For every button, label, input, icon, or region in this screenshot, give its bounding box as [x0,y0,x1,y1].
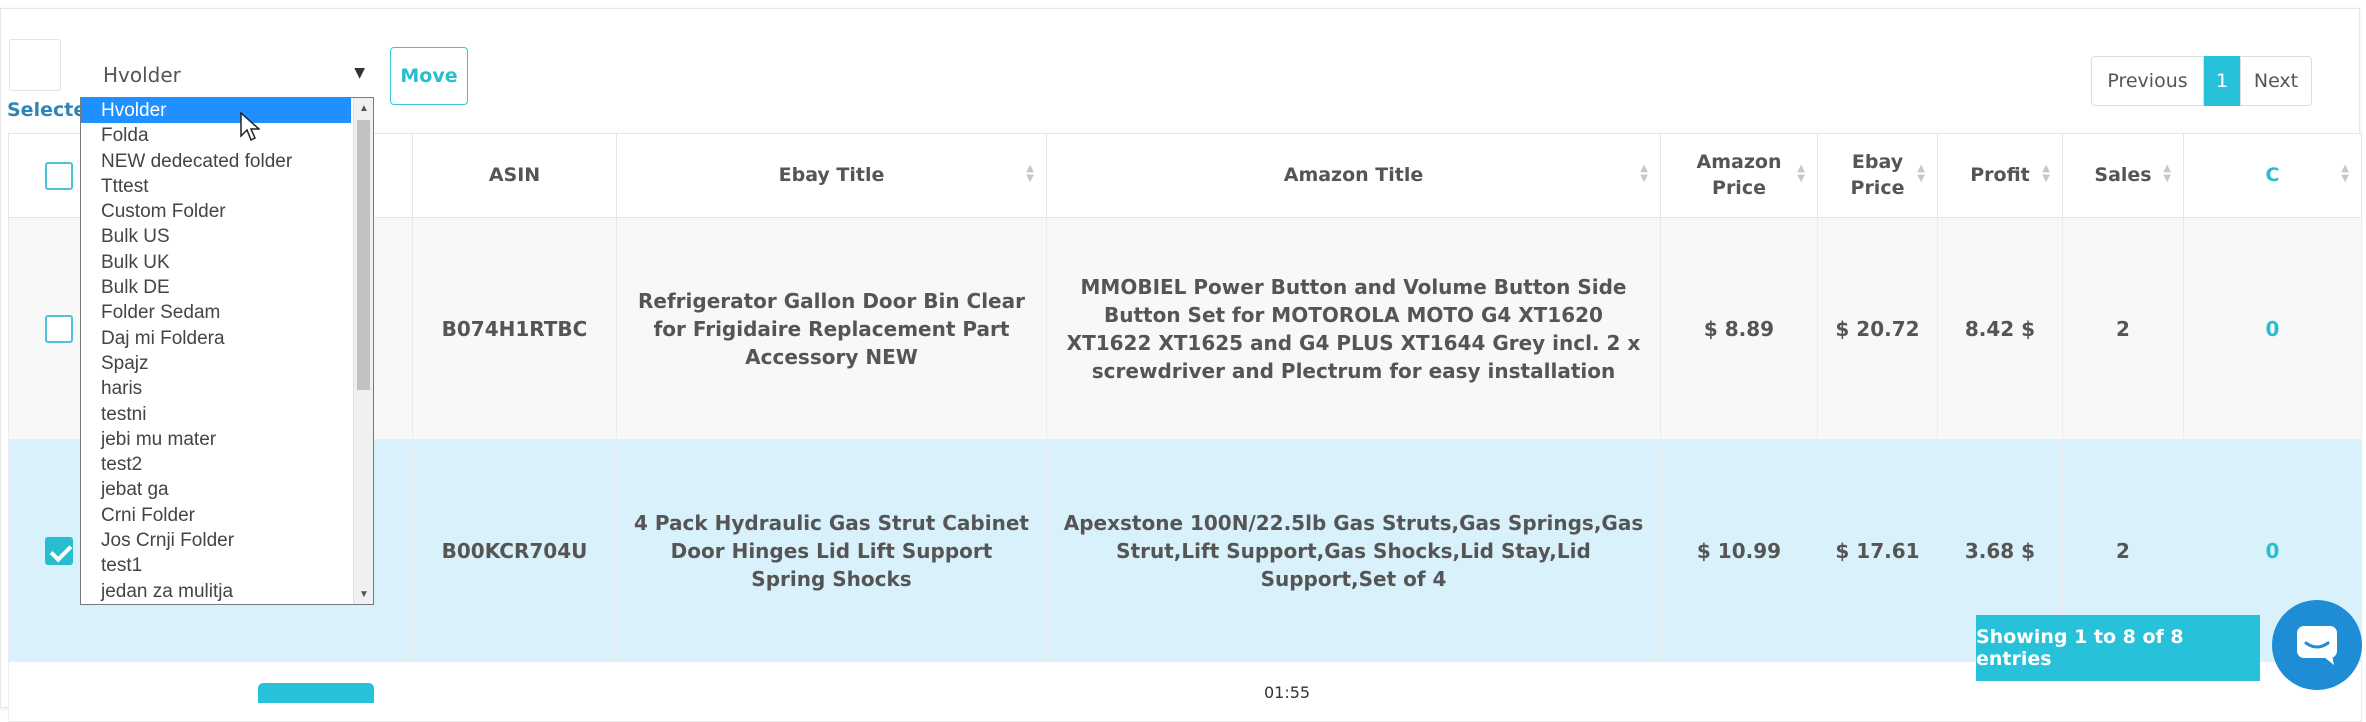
folder-select[interactable]: Hvolder ▼ [81,53,373,101]
sort-arrows-icon: ▲ ▼ [2163,163,2171,184]
dropdown-option[interactable]: Folda [81,123,373,148]
header-amazon-price-label: Amazon Price [1696,150,1782,199]
dropdown-option[interactable]: Bulk US [81,224,373,249]
header-profit[interactable]: Profit ▲ ▼ [1937,133,2063,218]
folder-dropdown-list[interactable]: Hvolder Folda NEW dedecated folder Tttest Cu… [80,97,374,605]
row-checkbox[interactable] [45,315,73,344]
sort-arrows-icon: ▲ ▼ [2042,163,2050,184]
dropdown-option[interactable]: Tttest [81,174,373,199]
timer-text: 01:55 [1264,683,1311,702]
header-asin[interactable]: ASIN [412,133,617,218]
chevron-down-icon: ▼ [354,65,365,81]
dropdown-option[interactable]: Custom Folder [81,199,373,224]
header-amazon-price[interactable]: Amazon Price ▲ ▼ [1660,133,1818,218]
header-asin-label: ASIN [488,163,541,186]
dropdown-option[interactable]: jebi mu mater [81,427,373,452]
page-1-button[interactable]: 1 [2204,56,2240,106]
ebay-price-cell: $ 20.72 [1817,217,1938,440]
header-amazon-title-label: Amazon Title [1283,163,1424,186]
sort-arrows-icon: ▲ ▼ [1917,163,1925,184]
previous-page-button[interactable]: Previous [2091,56,2204,106]
amazon-title-cell: MMOBIEL Power Button and Volume Button S… [1046,217,1661,440]
row-checkbox[interactable] [45,537,73,566]
sales-cell: 2 [2062,217,2184,440]
dropdown-option[interactable]: test2 [81,452,373,477]
dropdown-option[interactable]: Crni Folder [81,503,373,528]
mouse-pointer-icon [240,112,260,142]
header-ebay-price[interactable]: Ebay Price ▲ ▼ [1817,133,1938,218]
dropdown-options: Hvolder Folda NEW dedecated folder Tttest Cu… [81,98,373,604]
pagination: Previous 1 Next [2091,56,2312,106]
dropdown-option[interactable]: Spajz [81,351,373,376]
header-c[interactable]: C ▲ ▼ [2183,133,2362,218]
dropdown-option[interactable]: Hvolder [81,98,351,124]
bulk-select-box[interactable] [9,39,61,91]
c-cell-link[interactable]: 0 [2183,217,2362,440]
header-ebay-price-label: Ebay Price [1850,150,1905,199]
dropdown-option[interactable]: NEW dedecated folder [81,149,373,174]
header-sales[interactable]: Sales ▲ ▼ [2062,133,2184,218]
sort-arrows-icon: ▲ ▼ [1640,163,1648,184]
next-page-button[interactable]: Next [2240,56,2312,106]
folder-select-value: Hvolder [103,63,181,87]
dropdown-option[interactable]: Daj mi Foldera [81,326,373,351]
chat-bubble-icon[interactable] [2272,600,2362,690]
ebay-title-cell: Refrigerator Gallon Door Bin Clear for F… [616,217,1047,440]
asin-cell: B00KCR704U [412,439,617,662]
header-profit-label: Profit [1970,163,2030,186]
dropdown-option[interactable]: testni [81,402,373,427]
amazon-price-cell: $ 10.99 [1660,439,1818,662]
scroll-down-icon[interactable]: ▼ [354,584,374,604]
entries-info: Showing 1 to 8 of 8 entries [1976,615,2260,681]
sort-arrows-icon: ▲ ▼ [1026,163,1034,184]
header-c-label: C [2265,163,2280,186]
dropdown-option[interactable]: test1 [81,553,373,578]
ebay-title-cell: 4 Pack Hydraulic Gas Strut Cabinet Door … [616,439,1047,662]
dropdown-option[interactable]: Bulk DE [81,275,373,300]
dropdown-option[interactable]: Jos Crnji Folder [81,528,373,553]
header-sales-label: Sales [2094,163,2152,186]
amazon-title-cell: Apexstone 100N/22.5lb Gas Struts,Gas Spr… [1046,439,1661,662]
scroll-up-icon[interactable]: ▲ [354,98,374,118]
ebay-price-cell: $ 17.61 [1817,439,1938,662]
sort-arrows-icon: ▲ ▼ [2341,163,2349,184]
dropdown-option[interactable]: jedan za mulitja [81,579,373,604]
header-ebay-title[interactable]: Ebay Title ▲ ▼ [616,133,1047,218]
dropdown-option[interactable]: Bulk UK [81,250,373,275]
dropdown-option[interactable]: Folder Sedam [81,300,373,325]
profit-cell: 8.42 $ [1937,217,2063,440]
partial-button[interactable] [258,683,374,703]
amazon-price-cell: $ 8.89 [1660,217,1818,440]
dropdown-scrollbar[interactable]: ▲ ▼ [353,98,373,604]
asin-cell: B074H1RTBC [412,217,617,440]
header-amazon-title[interactable]: Amazon Title ▲ ▼ [1046,133,1661,218]
sort-arrows-icon: ▲ ▼ [1797,163,1805,184]
scrollbar-thumb[interactable] [357,120,370,390]
select-all-checkbox[interactable] [45,161,73,190]
dropdown-option[interactable]: jebat ga [81,477,373,502]
header-ebay-title-label: Ebay Title [778,163,885,186]
move-button[interactable]: Move [390,47,468,105]
dropdown-option[interactable]: haris [81,376,373,401]
